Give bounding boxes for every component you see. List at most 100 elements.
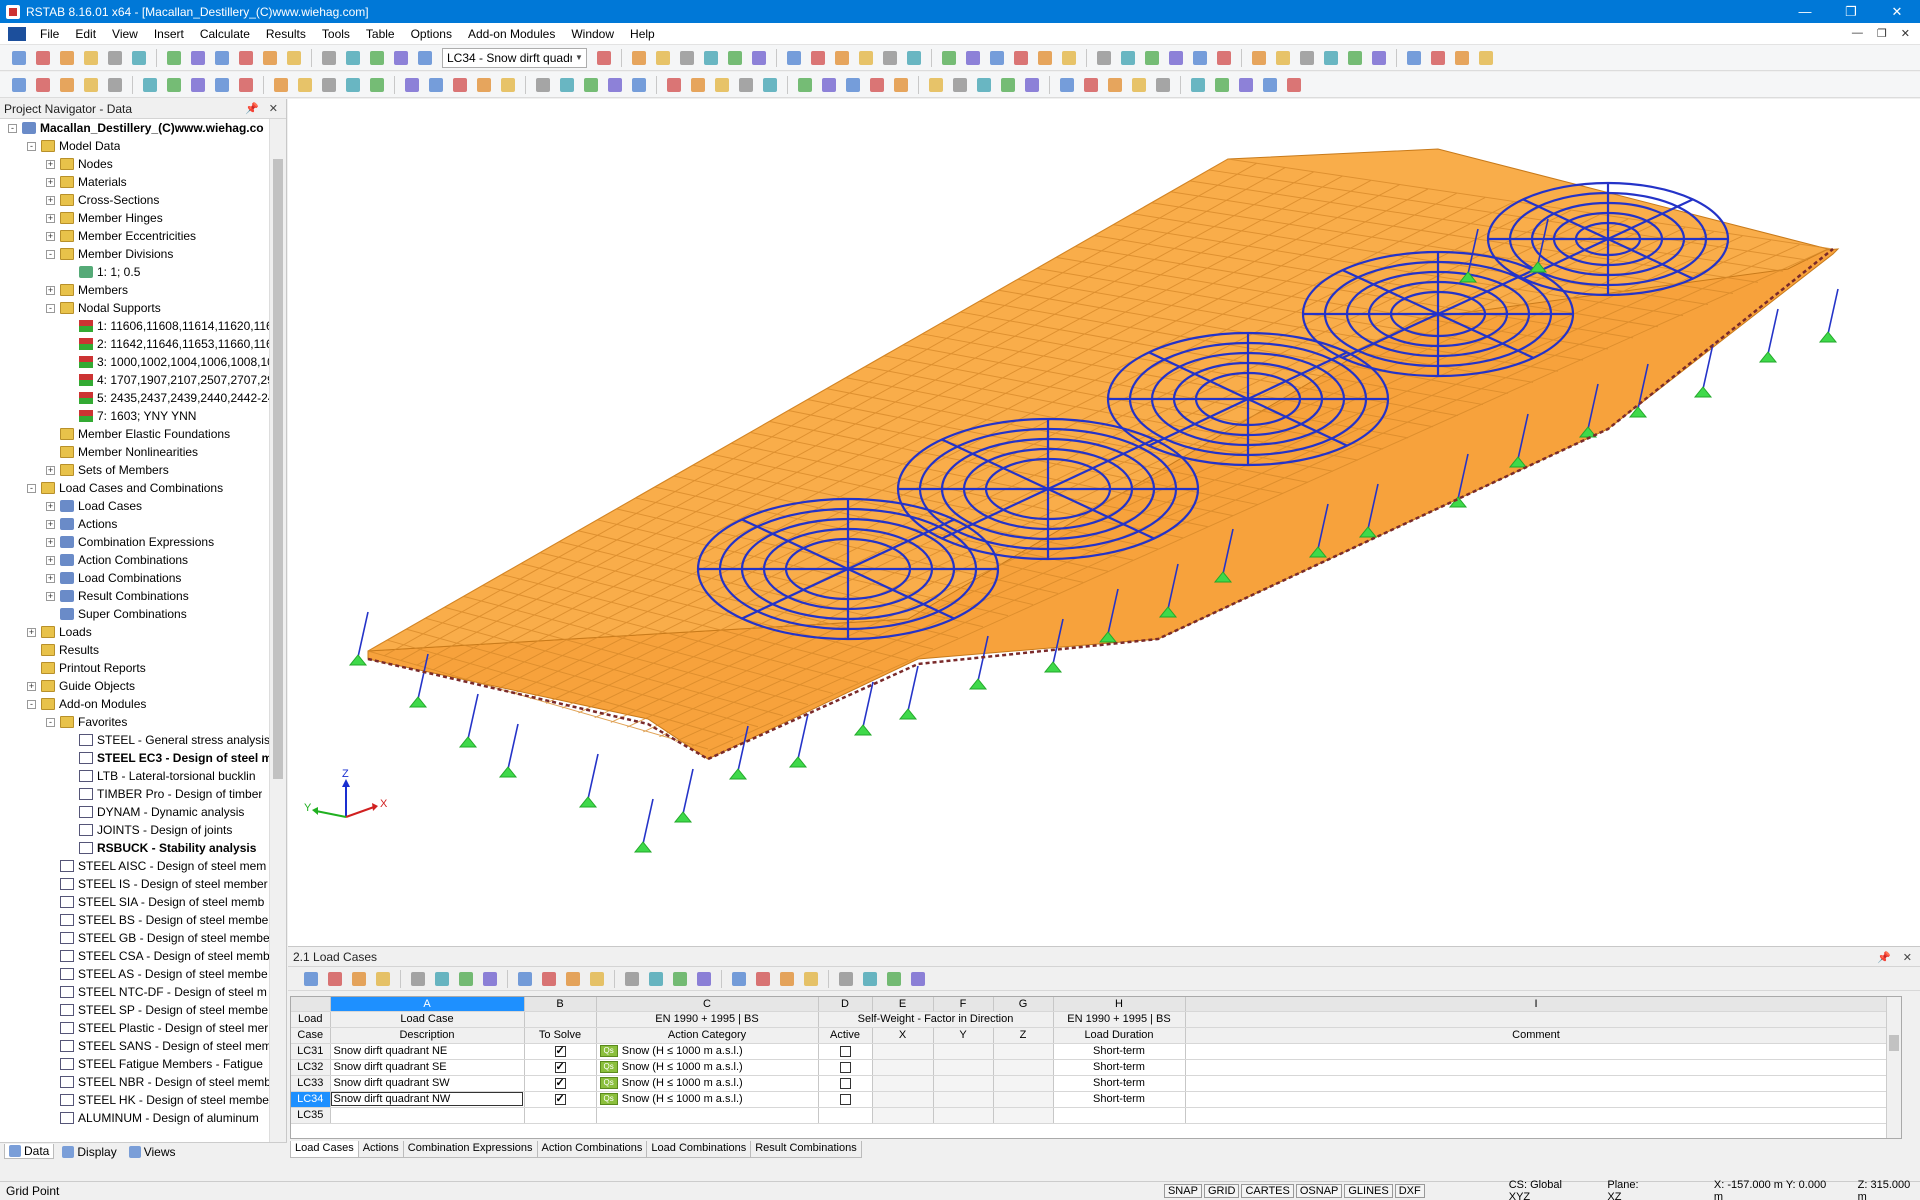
tree-item[interactable]: STEEL CSA - Design of steel memb [0, 947, 286, 965]
tree-item[interactable]: STEEL HK - Design of steel membe [0, 1091, 286, 1109]
tree-item[interactable]: STEEL BS - Design of steel membe [0, 911, 286, 929]
row-id[interactable]: LC35 [291, 1107, 330, 1123]
tree-item[interactable]: Super Combinations [0, 605, 286, 623]
toolbar-tool-icon[interactable] [139, 75, 161, 95]
toolbar-tool-icon[interactable] [342, 75, 364, 95]
table-tab[interactable]: Result Combinations [750, 1141, 862, 1158]
tab-views[interactable]: Views [125, 1145, 180, 1159]
action-category-cell[interactable]: QsSnow (H ≤ 1000 m a.s.l.) [596, 1059, 818, 1075]
factor-z-cell[interactable] [993, 1043, 1053, 1059]
toolbar-tool-icon[interactable] [1296, 48, 1318, 68]
factor-y-cell[interactable] [933, 1043, 993, 1059]
nodal-support-icon[interactable] [350, 655, 366, 665]
factor-x-cell[interactable] [872, 1091, 933, 1107]
active-cell[interactable] [818, 1043, 872, 1059]
tree-item[interactable]: -Nodal Supports [0, 299, 286, 317]
toolbar-tool-icon[interactable] [949, 75, 971, 95]
toolbar-tool-icon[interactable] [283, 48, 305, 68]
factor-z-cell[interactable] [993, 1075, 1053, 1091]
toolbar-tool-icon[interactable] [1235, 75, 1257, 95]
tab-display[interactable]: Display [58, 1145, 120, 1159]
expand-icon[interactable]: + [46, 196, 55, 205]
to-solve-checkbox[interactable] [555, 1046, 566, 1057]
structure-model[interactable]: Z X Y [288, 99, 1920, 947]
collapse-icon[interactable]: - [46, 250, 55, 259]
toolbar-tool-icon[interactable] [1141, 48, 1163, 68]
factor-z-cell[interactable] [993, 1107, 1053, 1123]
action-category-cell[interactable]: QsSnow (H ≤ 1000 m a.s.l.) [596, 1091, 818, 1107]
tree-item[interactable]: RSBUCK - Stability analysis [0, 839, 286, 857]
toolbar-tool-icon[interactable] [532, 75, 554, 95]
to-solve-checkbox[interactable] [555, 1062, 566, 1073]
table-tab[interactable]: Combination Expressions [403, 1141, 538, 1158]
document-icon[interactable] [8, 27, 26, 41]
expand-icon[interactable]: + [46, 556, 55, 565]
tree-item[interactable]: +Load Cases [0, 497, 286, 515]
toolbar-tool-icon[interactable] [259, 48, 281, 68]
factor-y-cell[interactable] [933, 1091, 993, 1107]
toolbar-tool-icon[interactable] [497, 75, 519, 95]
factor-x-cell[interactable] [872, 1075, 933, 1091]
nodal-support-icon[interactable] [635, 842, 651, 852]
toolbar-tool-icon[interactable] [300, 969, 322, 989]
status-mode-toggle[interactable]: GRID [1204, 1184, 1240, 1198]
column-letter-e[interactable]: E [872, 997, 933, 1011]
mdi-restore-icon[interactable]: ❐ [1877, 27, 1887, 40]
menu-insert[interactable]: Insert [146, 27, 192, 41]
toolbar-tool-icon[interactable] [586, 969, 608, 989]
column-letter-a[interactable]: A [330, 997, 524, 1011]
toolbar-tool-icon[interactable] [80, 48, 102, 68]
menu-add-on-modules[interactable]: Add-on Modules [460, 27, 563, 41]
toolbar-tool-icon[interactable] [390, 48, 412, 68]
tree-item[interactable]: 1: 1; 0.5 [0, 263, 286, 281]
tree-item[interactable]: Member Nonlinearities [0, 443, 286, 461]
toolbar-tool-icon[interactable] [645, 969, 667, 989]
toolbar-tool-icon[interactable] [593, 48, 615, 68]
toolbar-tool-icon[interactable] [1117, 48, 1139, 68]
toolbar-tool-icon[interactable] [711, 75, 733, 95]
menu-edit[interactable]: Edit [67, 27, 104, 41]
tree-item[interactable]: +Loads [0, 623, 286, 641]
toolbar-tool-icon[interactable] [1056, 75, 1078, 95]
nodal-support-icon[interactable] [855, 725, 871, 735]
active-checkbox[interactable] [840, 1078, 851, 1089]
comment-cell[interactable] [1185, 1107, 1887, 1123]
tree-item[interactable]: STEEL - General stress analysis [0, 731, 286, 749]
column-letter-d[interactable]: D [818, 997, 872, 1011]
toolbar-tool-icon[interactable] [890, 75, 912, 95]
restore-button[interactable]: ❐ [1828, 0, 1874, 23]
toolbar-tool-icon[interactable] [32, 75, 54, 95]
toolbar-tool-icon[interactable] [1403, 48, 1425, 68]
toolbar-tool-icon[interactable] [104, 48, 126, 68]
comment-cell[interactable] [1185, 1059, 1887, 1075]
toolbar-tool-icon[interactable] [56, 75, 78, 95]
expand-icon[interactable]: + [46, 286, 55, 295]
tree-item[interactable]: +Action Combinations [0, 551, 286, 569]
toolbar-tool-icon[interactable] [372, 969, 394, 989]
toolbar-tool-icon[interactable] [925, 75, 947, 95]
toolbar-tool-icon[interactable] [724, 48, 746, 68]
menu-table[interactable]: Table [358, 27, 403, 41]
menu-help[interactable]: Help [622, 27, 663, 41]
toolbar-tool-icon[interactable] [32, 48, 54, 68]
toolbar-tool-icon[interactable] [687, 75, 709, 95]
toolbar-tool-icon[interactable] [414, 48, 436, 68]
toolbar-tool-icon[interactable] [538, 969, 560, 989]
expand-icon[interactable]: + [46, 574, 55, 583]
toolbar-tool-icon[interactable] [1259, 75, 1281, 95]
toolbar-tool-icon[interactable] [1320, 48, 1342, 68]
toolbar-tool-icon[interactable] [759, 75, 781, 95]
row-id[interactable]: LC32 [291, 1059, 330, 1075]
toolbar-tool-icon[interactable] [783, 48, 805, 68]
toolbar-tool-icon[interactable] [818, 75, 840, 95]
toolbar-tool-icon[interactable] [348, 969, 370, 989]
to-solve-cell[interactable] [524, 1043, 596, 1059]
toolbar-tool-icon[interactable] [187, 75, 209, 95]
toolbar-tool-icon[interactable] [407, 969, 429, 989]
expand-icon[interactable]: + [46, 214, 55, 223]
toolbar-tool-icon[interactable] [1248, 48, 1270, 68]
factor-y-cell[interactable] [933, 1059, 993, 1075]
collapse-icon[interactable]: - [46, 304, 55, 313]
load-duration-cell[interactable]: Short-term [1053, 1059, 1185, 1075]
toolbar-tool-icon[interactable] [835, 969, 857, 989]
